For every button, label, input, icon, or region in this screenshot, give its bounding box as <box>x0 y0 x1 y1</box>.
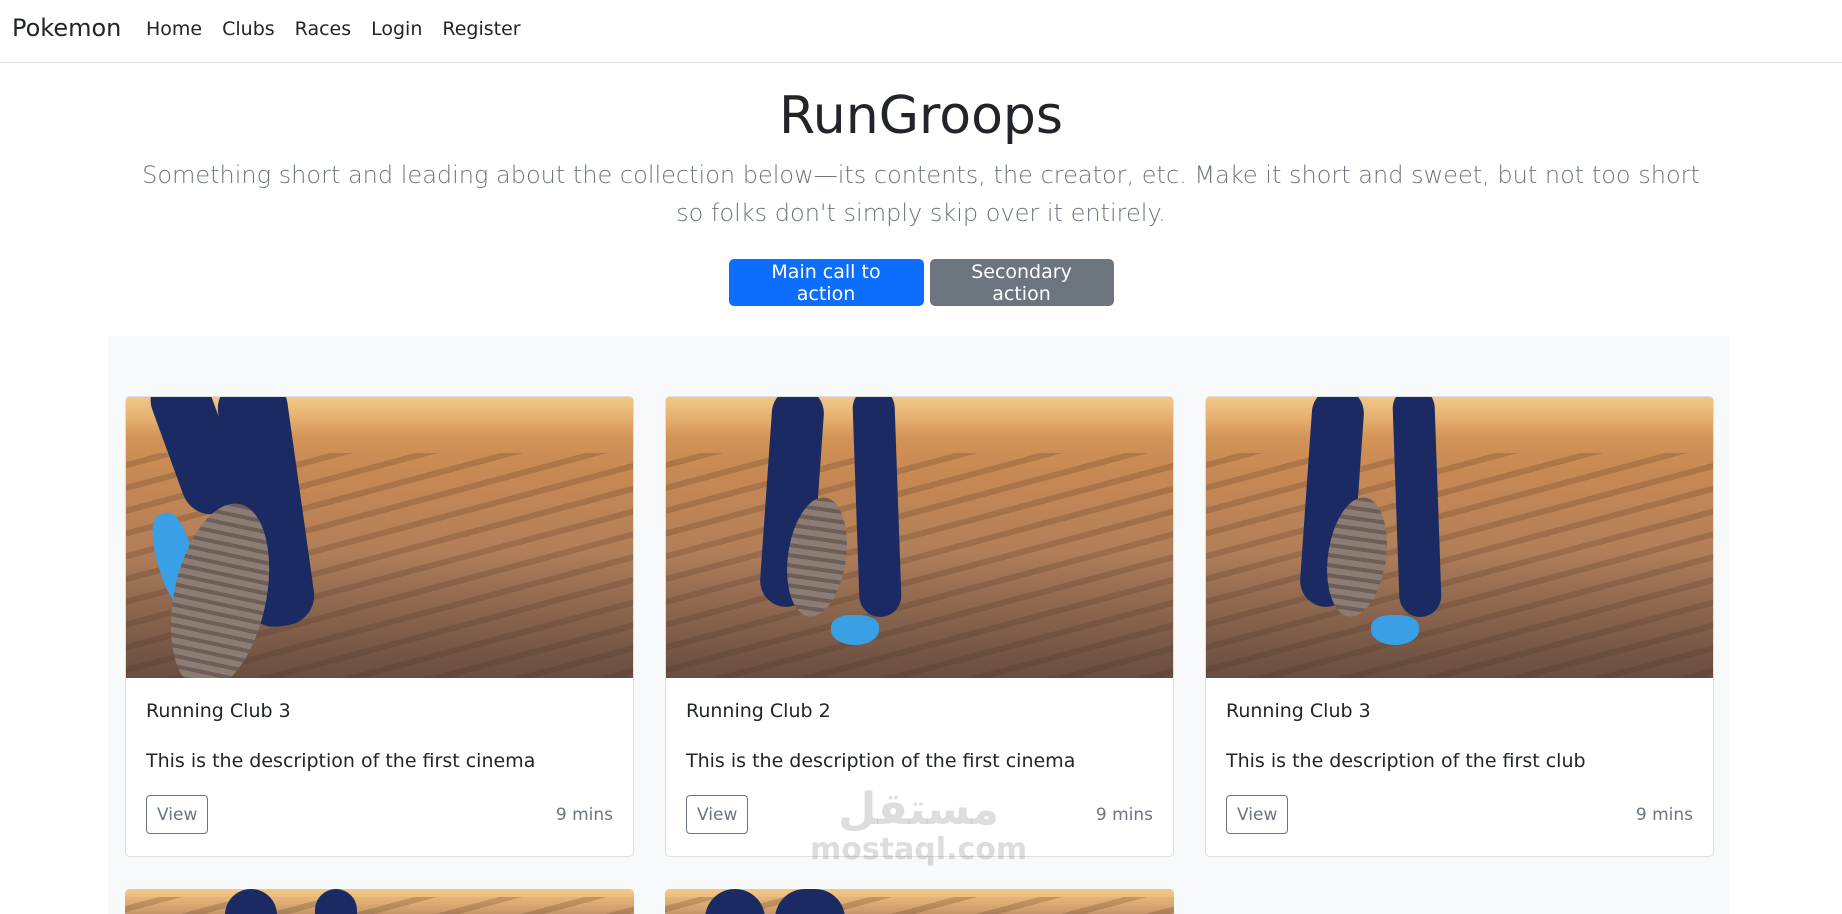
card-body: Running Club 3 This is the description o… <box>1206 678 1713 856</box>
club-card: Running Club 3 This is the description o… <box>1205 396 1714 857</box>
nav-link-races[interactable]: Races <box>295 18 351 40</box>
hero-buttons: Main call to action Secondary action <box>0 259 1842 306</box>
card-description: This is the description of the first cin… <box>146 750 536 772</box>
nav-link-login[interactable]: Login <box>371 18 422 40</box>
club-card: Running Club 3 This is the description o… <box>125 396 634 857</box>
card-title: Running Club 3 <box>1226 700 1371 722</box>
navbar: Pokemon Home Clubs Races Login Register <box>0 0 1842 63</box>
nav-link-clubs[interactable]: Clubs <box>222 18 275 40</box>
card-description: This is the description of the first clu… <box>1226 750 1586 772</box>
watermark-main: مستقل <box>838 784 1000 835</box>
navbar-brand[interactable]: Pokemon <box>12 14 121 42</box>
card-duration: 9 mins <box>1635 805 1693 825</box>
card-duration: 9 mins <box>555 805 613 825</box>
view-button[interactable]: View <box>686 795 749 834</box>
nav-link-register[interactable]: Register <box>442 18 520 40</box>
card-title: Running Club 3 <box>146 700 291 722</box>
card-description: This is the description of the first cin… <box>686 750 1076 772</box>
card-image <box>666 397 1173 678</box>
card-image <box>1206 397 1713 678</box>
watermark-sub: mostaql.com <box>810 832 1028 867</box>
nav-link-home[interactable]: Home <box>146 18 202 40</box>
card-body: Running Club 3 This is the description o… <box>126 678 633 856</box>
main-call-to-action-button[interactable]: Main call to action <box>728 259 924 306</box>
secondary-action-button[interactable]: Secondary action <box>929 259 1114 306</box>
hero-lead: Something short and leading about the co… <box>142 161 1700 227</box>
view-button[interactable]: View <box>1226 795 1289 834</box>
club-card-partial <box>665 889 1174 914</box>
nav-links: Home Clubs Races Login Register <box>146 18 541 40</box>
watermark: مستقل mostaql.com <box>810 788 1028 870</box>
hero-title: RunGroops <box>779 86 1063 146</box>
card-duration: 9 mins <box>1095 805 1153 825</box>
view-button[interactable]: View <box>146 795 209 834</box>
card-title: Running Club 2 <box>686 700 831 722</box>
club-card-partial <box>125 889 634 914</box>
card-image <box>126 397 633 678</box>
